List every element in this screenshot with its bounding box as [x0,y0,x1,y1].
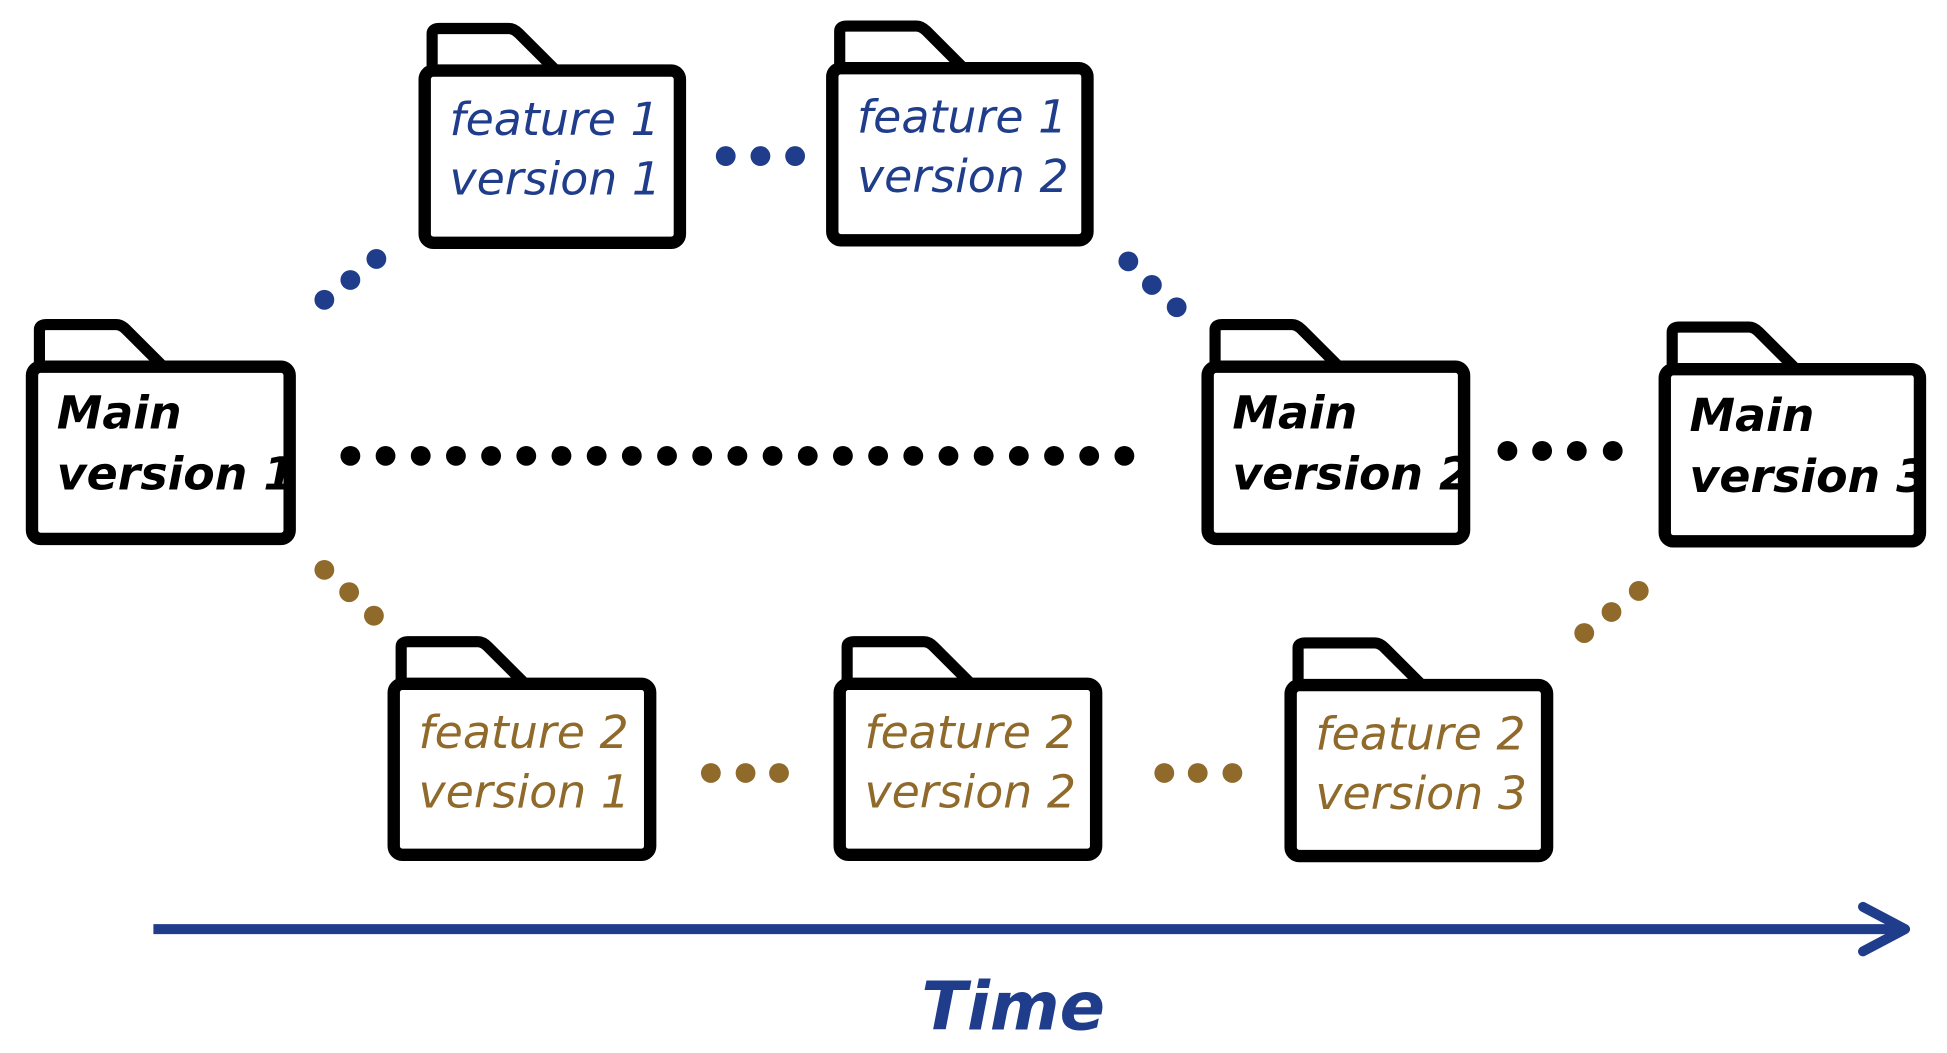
folder-label-line1: Main [1232,386,1357,440]
connector-dot [762,445,783,466]
connector-dot [446,445,466,466]
connector-dot [314,289,335,310]
connector-dot [1079,445,1100,466]
connector-dot [586,445,607,466]
folder-label-line1: feature 2 [1315,706,1525,760]
connector-dot [1532,441,1553,461]
folder-feature2-v3: feature 2 version 3 [1284,637,1554,863]
folder-label-line1: Main [57,386,182,440]
connector-dot [410,445,431,466]
folder-label-line2: version 2 [864,765,1076,819]
connector-dot [750,146,771,167]
folder-feature2-v2: feature 2 version 2 [833,636,1103,861]
connector-dot [1601,602,1622,622]
connector-dot [692,445,713,466]
connector-dot [833,445,853,466]
connector-dot [340,445,361,466]
connector-dot [1187,763,1208,783]
connector-dot [1008,445,1029,466]
connector-dot [1566,441,1587,461]
connector-dot [1044,445,1064,466]
connector-dot [1114,445,1135,466]
folder-label-line1: feature 1 [857,90,1067,144]
folder-icon [1209,318,1343,371]
connector-dot [1574,623,1595,643]
folder-label-line2: version 1 [419,765,631,819]
connector-dot [973,445,994,466]
folder-main-v3: Main version 3 [1658,321,1929,548]
folder-label-line2: version 1 [57,446,295,500]
folder-label-line2: version 2 [857,149,1069,203]
connector-dot [727,445,748,466]
connector-dot [481,445,502,466]
connector-dot [769,763,789,783]
connector-dot [797,445,818,466]
connector-dot [735,763,756,783]
time-axis: Time [153,901,1911,1045]
folder-icon [1666,321,1801,374]
folder-label-line1: feature 2 [419,705,629,759]
connector-dot [1154,763,1175,783]
connector-dot [657,445,677,466]
connector-dot [1628,581,1649,601]
connector-dot [314,559,335,580]
connector-dot [903,445,924,466]
folder-icon [834,20,968,73]
folder-icon [395,636,529,688]
folder-main-v1: Main version 1 [25,318,296,546]
connector-dot [366,249,387,269]
connector-dot [868,445,889,466]
folders: Mainversion 1Mainversion 2Mainversion 3f… [25,20,1929,863]
connector-dot [1497,441,1518,461]
connector-dot [1118,251,1139,272]
folder-icon [841,636,975,688]
folder-label-line2: version 2 [1232,446,1471,500]
connector-dot [1166,297,1187,318]
connector-dot [1141,275,1162,295]
connector-dot [621,445,642,466]
connector-dot [785,146,806,167]
connector-dot [1602,441,1623,461]
folder-icon [1292,637,1426,690]
folder-label-line1: feature 2 [864,705,1074,759]
connector-dot [938,445,959,466]
connector-dot [363,605,384,626]
connector-dot [375,445,396,466]
folder-main-v2: Main version 2 [1201,318,1471,546]
folder-label-line2: version 1 [449,151,661,205]
connector-dot [700,763,721,783]
folder-label-line2: version 3 [1315,766,1527,820]
connector-dot [715,146,736,167]
connector-dot [516,445,537,466]
branching-diagram: Mainversion 1Mainversion 2Mainversion 3f… [25,20,1929,1045]
folder-feature2-v1: feature 2 version 1 [387,636,657,861]
folder-icon [426,22,560,75]
folder-feature1-v1: feature 1version 1 [418,22,687,250]
connector-dot [1222,763,1243,783]
connector-dot [339,582,360,603]
time-axis-label: Time [921,967,1105,1045]
folder-label-line2: version 3 [1690,449,1929,503]
connector-dot [551,445,572,466]
folder-label-line1: feature 1 [449,92,659,146]
folder-icon [33,318,168,371]
connector-dot [340,270,361,290]
folder-feature1-v2: feature 1version 2 [826,20,1094,247]
folder-label-line1: Main [1690,388,1815,442]
